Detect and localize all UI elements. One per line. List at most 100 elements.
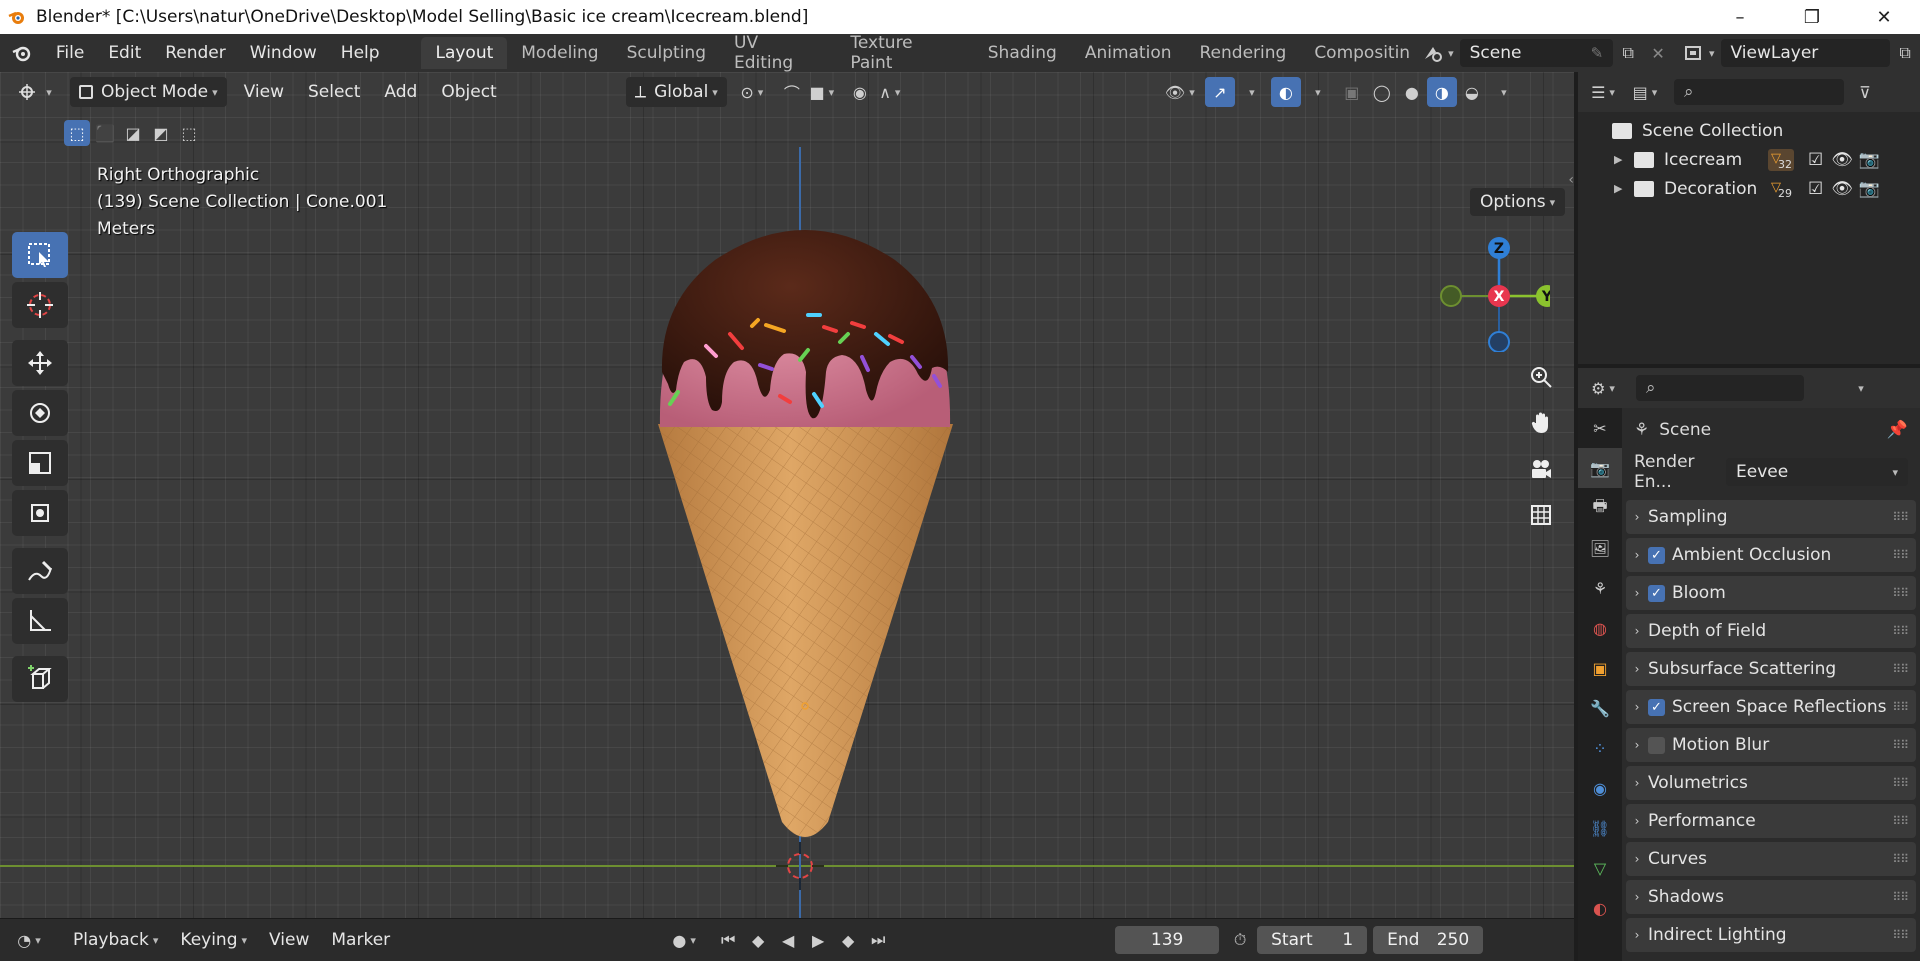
add-cube-tool[interactable] — [12, 656, 68, 702]
start-frame-field[interactable]: Start 1 — [1257, 926, 1368, 954]
falloff-icon[interactable]: ∧ ▾ — [875, 77, 905, 107]
eye-icon[interactable]: 👁 — [1831, 179, 1853, 199]
gizmo-toggle-icon[interactable]: ↗ — [1204, 77, 1235, 107]
menu-view[interactable]: View — [235, 77, 293, 107]
panel-ambient-occlusion[interactable]: › ✓ Ambient Occlusion ⠿⠿ — [1626, 538, 1916, 572]
timeline-editor-icon[interactable]: ◔ ▾ — [14, 925, 44, 955]
exclude-checkbox[interactable]: ☑ — [1808, 179, 1823, 199]
timeline-view-menu[interactable]: View — [260, 925, 318, 955]
transform-orientation-dropdown[interactable]: ⟂ Global ▾ — [625, 77, 727, 107]
viewlayer-field[interactable]: ViewLayer — [1720, 39, 1891, 67]
menu-render[interactable]: Render — [153, 34, 238, 72]
tab-uv-editing[interactable]: UV Editing — [720, 33, 836, 73]
data-tab-icon[interactable]: ▽ — [1578, 848, 1622, 888]
panel-screen-space-reflections[interactable]: › ✓ Screen Space Reflections ⠿⠿ — [1626, 690, 1916, 724]
drag-handle-icon[interactable]: ⠿⠿ — [1892, 852, 1909, 866]
chevron-right-icon[interactable]: › — [1626, 738, 1648, 752]
physics-tab-icon[interactable]: ◉ — [1578, 768, 1622, 808]
delete-scene-icon[interactable]: ✕ — [1643, 38, 1673, 68]
tab-sculpting[interactable]: Sculpting — [613, 37, 720, 69]
scene-selector-icon[interactable]: ▾ — [1422, 42, 1454, 64]
properties-options-icon[interactable]: ▾ — [1844, 373, 1874, 403]
tab-rendering[interactable]: Rendering — [1186, 37, 1301, 69]
camera-render-icon[interactable]: 📷 — [1859, 179, 1880, 199]
zoom-icon[interactable] — [1524, 360, 1558, 394]
properties-editor-icon[interactable]: ⚙ ▾ — [1588, 373, 1618, 403]
select-extend-icon[interactable]: ⬛ — [92, 120, 118, 146]
expand-arrow-icon[interactable]: ▶ — [1614, 153, 1634, 166]
new-scene-icon[interactable]: ⧉ — [1613, 38, 1643, 68]
snap-target-icon[interactable]: ■ ▾ — [807, 77, 837, 107]
rotate-tool[interactable] — [12, 390, 68, 436]
pin-icon[interactable]: ✎ — [1591, 44, 1604, 62]
tab-compositing[interactable]: Compositin — [1300, 37, 1416, 69]
panel-indirect-lighting[interactable]: › Indirect Lighting ⠿⠿ — [1626, 918, 1916, 952]
tab-modeling[interactable]: Modeling — [507, 37, 612, 69]
material-shading-icon[interactable]: ◑ — [1426, 77, 1457, 107]
visibility-icon[interactable]: 👁 ▾ — [1165, 77, 1195, 107]
sidebar-toggle-icon[interactable]: ‹ — [1568, 172, 1574, 188]
cursor-tool[interactable] — [12, 282, 68, 328]
xray-icon[interactable]: ▣ — [1337, 77, 1367, 107]
world-tab-icon[interactable]: ◍ — [1578, 608, 1622, 648]
drag-handle-icon[interactable]: ⠿⠿ — [1892, 548, 1909, 562]
drag-handle-icon[interactable]: ⠿⠿ — [1892, 510, 1909, 524]
scene-field[interactable]: Scene ✎ — [1459, 39, 1614, 67]
navigation-gizmo[interactable]: Z Y X — [1430, 232, 1550, 352]
menu-file[interactable]: File — [44, 34, 96, 72]
drag-handle-icon[interactable]: ⠿⠿ — [1892, 700, 1909, 714]
outliner-root[interactable]: Scene Collection — [1578, 116, 1920, 145]
panel-enable-checkbox[interactable]: ✓ — [1648, 546, 1665, 564]
outliner-item-icecream[interactable]: ▶ Icecream ▽ 32 ☑ 👁 📷 — [1578, 145, 1920, 174]
panel-enable-checkbox[interactable]: ✓ — [1648, 698, 1665, 716]
outliner-item-decoration[interactable]: ▶ Decoration ▽ 29 ☑ 👁 📷 — [1578, 174, 1920, 203]
wireframe-shading-icon[interactable]: ◯ — [1367, 77, 1397, 107]
annotate-tool[interactable] — [12, 548, 68, 594]
object-tab-icon[interactable]: ▣ — [1578, 648, 1622, 688]
play-reverse-icon[interactable]: ◀ — [773, 925, 803, 955]
options-dropdown[interactable]: Options ▾ — [1470, 188, 1566, 216]
tab-shading[interactable]: Shading — [974, 37, 1071, 69]
prev-keyframe-icon[interactable]: ◆ — [743, 925, 773, 955]
chevron-right-icon[interactable]: › — [1626, 586, 1648, 600]
display-mode-icon[interactable]: ▤ ▾ — [1630, 77, 1660, 107]
preview-range-icon[interactable]: ⏱ — [1225, 925, 1255, 955]
expand-arrow-icon[interactable]: ▶ — [1614, 182, 1634, 195]
outliner-search-input[interactable]: ⌕ — [1674, 79, 1844, 105]
jump-end-icon[interactable]: ⏭ — [863, 925, 893, 955]
restore-button[interactable]: ❐ — [1776, 0, 1848, 34]
blender-menu-icon[interactable] — [0, 42, 44, 64]
measure-tool[interactable] — [12, 598, 68, 644]
chevron-right-icon[interactable]: › — [1626, 852, 1648, 866]
next-keyframe-icon[interactable]: ◆ — [833, 925, 863, 955]
drag-handle-icon[interactable]: ⠿⠿ — [1892, 624, 1909, 638]
close-button[interactable]: ✕ — [1848, 0, 1920, 34]
drag-handle-icon[interactable]: ⠿⠿ — [1892, 662, 1909, 676]
menu-edit[interactable]: Edit — [96, 34, 153, 72]
scale-tool[interactable] — [12, 440, 68, 486]
filter-icon[interactable]: ⊽ — [1850, 77, 1880, 107]
panel-enable-checkbox[interactable]: ✓ — [1648, 584, 1665, 602]
constraints-tab-icon[interactable]: ⛓ — [1578, 808, 1622, 848]
chevron-right-icon[interactable]: › — [1626, 700, 1648, 714]
panel-bloom[interactable]: › ✓ Bloom ⠿⠿ — [1626, 576, 1916, 610]
panel-curves[interactable]: › Curves ⠿⠿ — [1626, 842, 1916, 876]
tab-texture-paint[interactable]: Texture Paint — [836, 33, 973, 73]
rendered-shading-icon[interactable]: ◒ — [1457, 77, 1487, 107]
snap-icon[interactable]: ⌒ — [777, 77, 807, 107]
minimize-button[interactable]: – — [1704, 0, 1776, 34]
chevron-right-icon[interactable]: › — [1626, 890, 1648, 904]
eye-icon[interactable]: 👁 — [1831, 150, 1853, 170]
current-frame-field[interactable]: 139 — [1115, 926, 1220, 954]
gizmo-dropdown-icon[interactable]: ▾ — [1235, 77, 1265, 107]
pivot-point-icon[interactable]: ⊙ ▾ — [737, 77, 767, 107]
pin-icon[interactable]: 📌 — [1887, 420, 1908, 440]
menu-object[interactable]: Object — [432, 77, 505, 107]
properties-search-input[interactable]: ⌕ — [1636, 375, 1804, 401]
particles-tab-icon[interactable]: ⁘ — [1578, 728, 1622, 768]
panel-depth-of-field[interactable]: › Depth of Field ⠿⠿ — [1626, 614, 1916, 648]
drag-handle-icon[interactable]: ⠿⠿ — [1892, 776, 1909, 790]
drag-handle-icon[interactable]: ⠿⠿ — [1892, 890, 1909, 904]
playback-menu[interactable]: Playback ▾ — [64, 925, 167, 955]
drag-handle-icon[interactable]: ⠿⠿ — [1892, 928, 1909, 942]
